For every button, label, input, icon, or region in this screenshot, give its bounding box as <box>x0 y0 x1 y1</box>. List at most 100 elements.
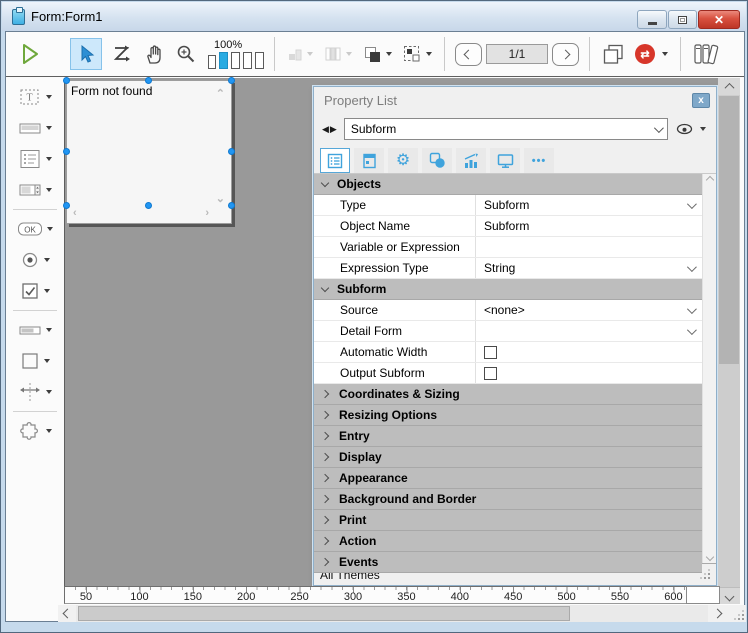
property-value-checkbox[interactable] <box>476 342 702 362</box>
window-resize-grip[interactable] <box>726 605 746 622</box>
chevron-down-icon[interactable] <box>46 188 52 192</box>
section-header[interactable]: Print <box>314 510 702 531</box>
zoom-bar-2-active[interactable] <box>219 52 228 69</box>
pan-tool-button[interactable] <box>142 38 166 70</box>
chevron-down-icon[interactable] <box>46 328 52 332</box>
scroll-down-button[interactable] <box>718 587 740 604</box>
chevron-down-icon[interactable] <box>46 390 52 394</box>
horizontal-scroll-thumb[interactable] <box>78 606 570 621</box>
panel-resize-grip[interactable] <box>701 570 710 579</box>
minimize-button[interactable] <box>637 10 667 29</box>
section-header[interactable]: Background and Border <box>314 489 702 510</box>
restore-button[interactable] <box>668 10 697 29</box>
section-header[interactable]: Subform <box>314 279 702 300</box>
chevron-down-icon[interactable] <box>44 258 50 262</box>
data-source-button[interactable]: ⇄ <box>633 38 670 70</box>
chevron-down-icon[interactable] <box>687 199 697 209</box>
chevron-down-icon[interactable] <box>307 52 313 56</box>
tool-command-button-button[interactable]: OK <box>9 215 61 243</box>
panel-title-bar[interactable]: Property List x <box>314 87 716 113</box>
chevron-down-icon[interactable] <box>687 262 697 272</box>
zoom-bar-1[interactable] <box>208 55 216 69</box>
chevron-down-icon[interactable] <box>386 52 392 56</box>
tab-display[interactable] <box>490 148 520 173</box>
chevron-down-icon[interactable] <box>44 289 50 293</box>
scroll-up-button[interactable] <box>718 78 740 95</box>
tool-check-box-button[interactable] <box>9 277 61 305</box>
tool-list-box-button[interactable] <box>9 145 61 173</box>
resize-handle-w[interactable] <box>63 148 70 155</box>
next-page-button[interactable] <box>552 43 579 66</box>
property-value-dropdown[interactable]: <none> <box>476 300 702 320</box>
visibility-button[interactable] <box>674 123 708 135</box>
section-header[interactable]: Display <box>314 447 702 468</box>
panel-close-button[interactable]: x <box>692 93 710 108</box>
library-button[interactable] <box>691 38 725 70</box>
pages-button[interactable] <box>600 38 626 70</box>
selection-mode-button[interactable] <box>401 38 434 70</box>
chevron-down-icon[interactable] <box>426 52 432 56</box>
tool-rectangle-button[interactable] <box>9 347 61 375</box>
section-header[interactable]: Events <box>314 552 702 573</box>
property-value-dropdown[interactable]: Subform <box>476 195 702 215</box>
zoom-tool-button[interactable] <box>173 38 199 70</box>
section-header[interactable]: Objects <box>314 174 702 195</box>
vertical-scroll-thumb[interactable] <box>719 96 739 364</box>
section-header[interactable]: Action <box>314 531 702 552</box>
tool-line-button[interactable] <box>9 378 61 406</box>
chevron-down-icon[interactable] <box>687 325 697 335</box>
zoom-level-control[interactable]: 100% <box>208 40 264 69</box>
chevron-down-icon[interactable] <box>46 429 52 433</box>
object-prev-next-icons[interactable]: ◀▶ <box>322 124 338 135</box>
design-canvas[interactable]: Form not found ⌃ ⌄ ‹ › Property List x <box>64 78 720 586</box>
resize-handle-e[interactable] <box>228 148 235 155</box>
section-header[interactable]: Coordinates & Sizing <box>314 384 702 405</box>
tab-chart[interactable] <box>456 148 486 173</box>
align-button[interactable] <box>285 38 315 70</box>
resize-handle-se[interactable] <box>228 202 235 209</box>
grid-scrollbar[interactable] <box>702 174 716 563</box>
resize-handle-nw[interactable] <box>63 77 70 84</box>
horizontal-scroll-track[interactable] <box>76 605 708 622</box>
chevron-down-icon[interactable] <box>346 52 352 56</box>
tool-radio-button-button[interactable] <box>9 246 61 274</box>
tab-more[interactable]: ••• <box>524 148 554 173</box>
scroll-right-button[interactable] <box>708 605 726 622</box>
property-value-dropdown[interactable] <box>476 321 702 341</box>
zoom-bar-3[interactable] <box>231 52 240 69</box>
title-bar[interactable]: Form:Form1 ✕ <box>2 2 746 31</box>
section-header[interactable]: Entry <box>314 426 702 447</box>
chevron-down-icon[interactable] <box>662 52 668 56</box>
resize-handle-s[interactable] <box>145 202 152 209</box>
canvas-vertical-scrollbar[interactable] <box>718 78 740 604</box>
section-header[interactable]: Appearance <box>314 468 702 489</box>
select-tool-button[interactable] <box>70 38 102 70</box>
resize-handle-ne[interactable] <box>228 77 235 84</box>
tool-static-text-button[interactable]: T <box>9 83 61 111</box>
bring-to-front-button[interactable] <box>361 38 394 70</box>
scroll-up-icon[interactable] <box>705 176 713 184</box>
resize-handle-sw[interactable] <box>63 202 70 209</box>
tool-spin-edit-button[interactable] <box>9 176 61 204</box>
space-button[interactable] <box>322 38 354 70</box>
tool-ole-object-button[interactable] <box>9 417 61 445</box>
previous-page-button[interactable] <box>455 43 482 66</box>
resize-handle-n[interactable] <box>145 77 152 84</box>
property-value-dropdown[interactable]: String <box>476 258 702 278</box>
chevron-down-icon[interactable] <box>687 304 697 314</box>
chevron-down-icon[interactable] <box>46 157 52 161</box>
chevron-down-icon[interactable] <box>46 126 52 130</box>
checkbox-unchecked[interactable] <box>484 346 497 359</box>
checkbox-unchecked[interactable] <box>484 367 497 380</box>
run-button[interactable] <box>18 38 42 70</box>
scroll-left-button[interactable] <box>58 605 76 622</box>
canvas-horizontal-scrollbar[interactable] <box>58 605 746 622</box>
tab-order-button[interactable] <box>109 38 135 70</box>
object-selector-combobox[interactable]: Subform <box>344 118 668 140</box>
subform-object[interactable]: Form not found ⌃ ⌄ ‹ › <box>66 80 232 224</box>
tool-text-box-button[interactable] <box>9 114 61 142</box>
property-value-text[interactable] <box>476 237 702 257</box>
section-header[interactable]: Resizing Options <box>314 405 702 426</box>
property-value-checkbox[interactable] <box>476 363 702 383</box>
tool-progress-bar-button[interactable] <box>9 316 61 344</box>
